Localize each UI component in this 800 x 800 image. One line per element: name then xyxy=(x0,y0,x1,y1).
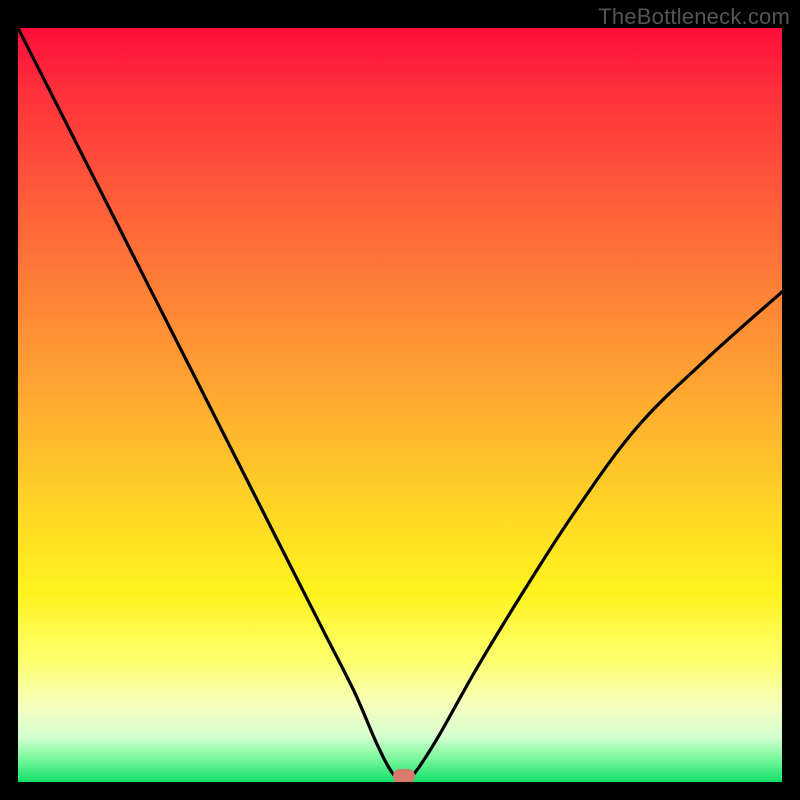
plot-area xyxy=(18,28,782,782)
watermark-text: TheBottleneck.com xyxy=(598,4,790,30)
bottleneck-curve xyxy=(18,28,782,782)
chart-frame: TheBottleneck.com xyxy=(0,0,800,800)
minimum-marker xyxy=(393,769,415,782)
